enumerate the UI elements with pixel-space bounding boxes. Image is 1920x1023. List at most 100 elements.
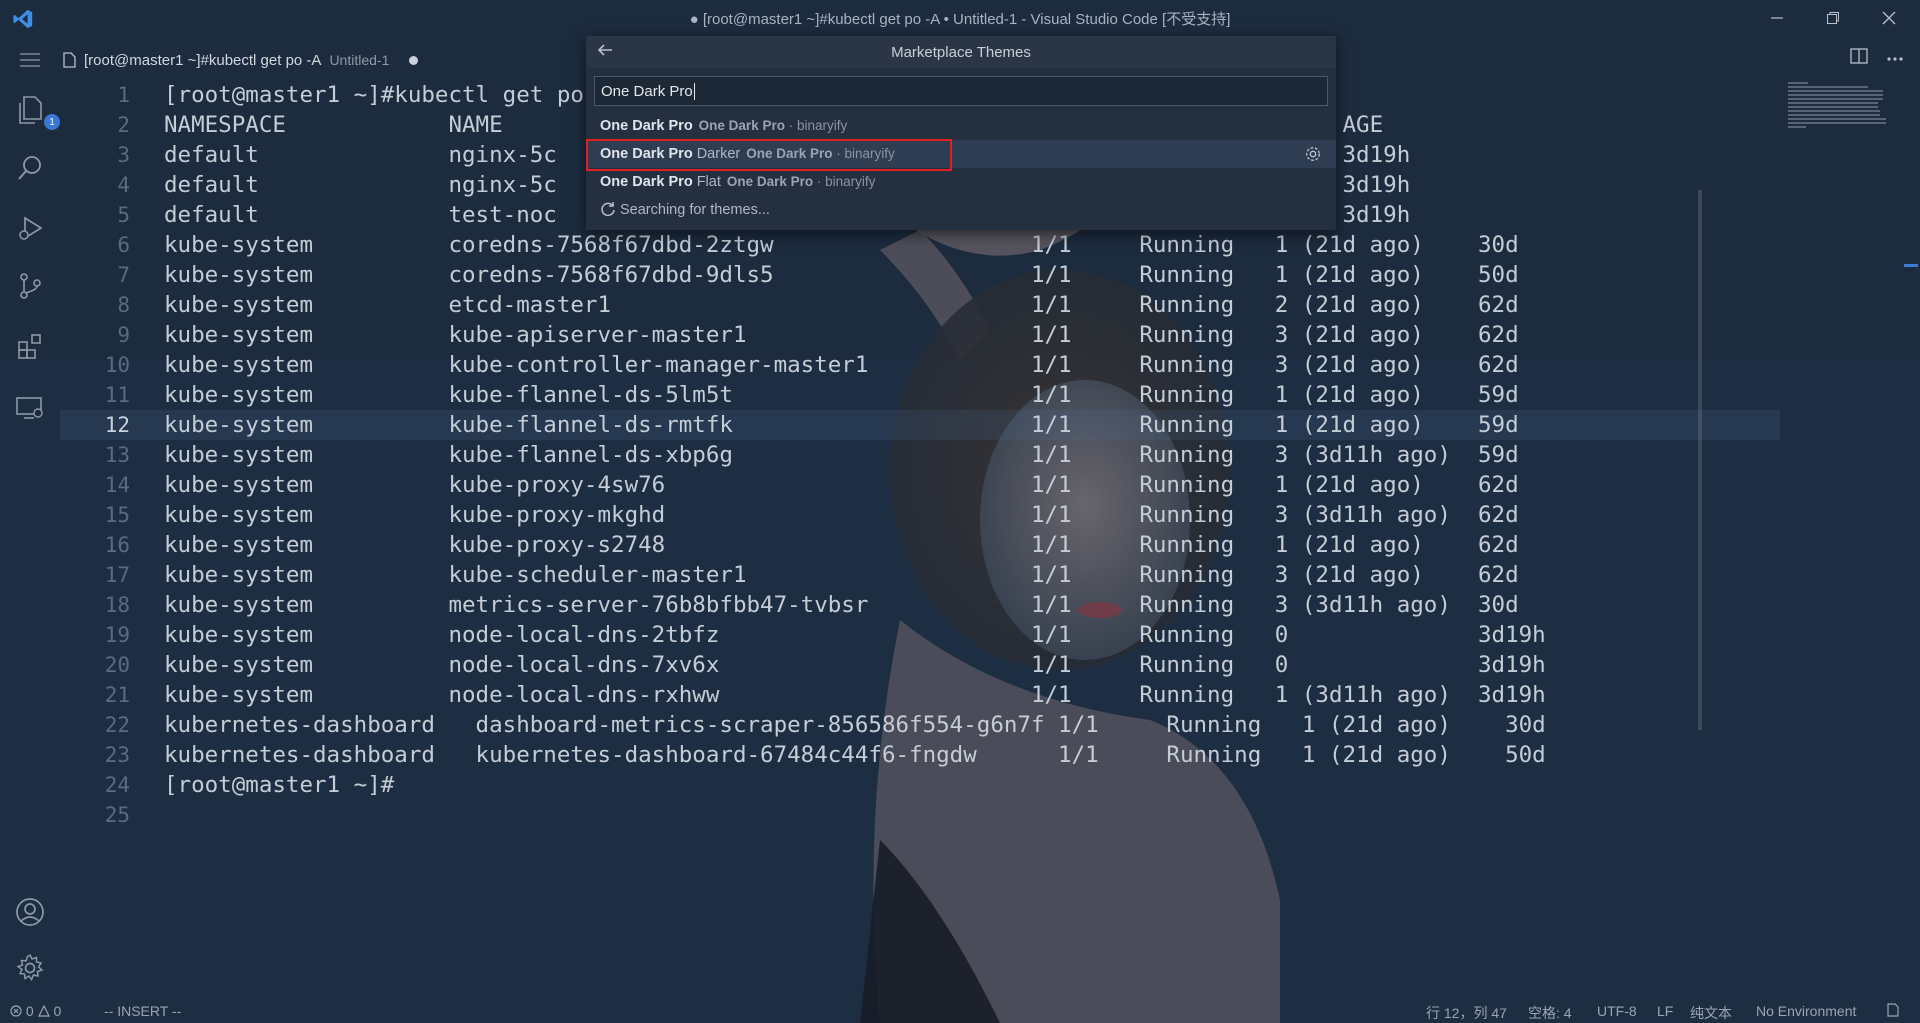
editor-line[interactable]: 19 kube-system node-local-dns-2tbfz 1/1 R… <box>60 620 1780 650</box>
line-number: 10 <box>104 353 130 377</box>
title-bar: ● [root@master1 ~]#kubectl get po -A • U… <box>0 0 1920 36</box>
line-number: 20 <box>104 653 130 677</box>
editor-line[interactable]: 9 kube-system kube-apiserver-master1 1/1 … <box>60 320 1780 350</box>
language-mode[interactable]: 纯文本 <box>1690 1003 1732 1023</box>
line-number: 24 <box>104 773 130 797</box>
file-icon <box>63 52 76 68</box>
explorer-icon[interactable]: 1 <box>14 94 60 130</box>
run-debug-icon[interactable] <box>14 212 46 244</box>
marketplace-themes-quick-pick: Marketplace Themes One Dark Pro One Dark… <box>586 36 1336 230</box>
theme-desc-rest: · binaryify <box>813 174 876 189</box>
editor-tab[interactable]: [root@master1 ~]#kubectl get po -A Untit… <box>62 44 419 76</box>
line-number: 1 <box>117 83 130 107</box>
line-text: kube-system kube-apiserver-master1 1/1 R… <box>164 322 1519 348</box>
search-icon[interactable] <box>14 152 46 184</box>
line-text: kube-system metrics-server-76b8bfbb47-tv… <box>164 592 1519 618</box>
error-count: 0 <box>25 1003 34 1019</box>
theme-desc-bold: One Dark Pro <box>746 146 833 161</box>
line-text: kube-system node-local-dns-2tbfz 1/1 Run… <box>164 622 1546 648</box>
line-number: 21 <box>104 683 130 707</box>
minimize-icon[interactable] <box>1752 0 1802 36</box>
tab-label: [root@master1 ~]#kubectl get po -A <box>84 51 322 69</box>
end-of-line[interactable]: LF <box>1657 1003 1673 1019</box>
theme-search-input[interactable]: One Dark Pro <box>594 76 1328 106</box>
editor-line[interactable]: 22 kubernetes-dashboard dashboard-metrics… <box>60 710 1780 740</box>
back-arrow-icon[interactable] <box>596 42 616 62</box>
editor-line[interactable]: 15 kube-system kube-proxy-mkghd 1/1 Runni… <box>60 500 1780 530</box>
line-text: kubernetes-dashboard dashboard-metrics-s… <box>164 712 1546 738</box>
line-number: 22 <box>104 713 130 737</box>
more-actions-icon[interactable] <box>1886 49 1904 67</box>
quick-pick-header: Marketplace Themes <box>586 36 1336 68</box>
line-number: 13 <box>104 443 130 467</box>
theme-description: One Dark Pro · binaryify <box>699 118 848 133</box>
editor-line[interactable]: 12 kube-system kube-flannel-ds-rmtfk 1/1 … <box>60 410 1780 440</box>
extensions-icon[interactable] <box>14 330 46 362</box>
line-number: 4 <box>117 173 130 197</box>
theme-option-one-dark-pro-flat[interactable]: One Dark Pro Flat One Dark Pro · binaryif… <box>586 168 1336 196</box>
searching-text: Searching for themes... <box>620 202 770 218</box>
tab-sub-label: Untitled-1 <box>329 52 390 68</box>
unsaved-dot-icon[interactable] <box>409 55 419 65</box>
editor-line[interactable]: 24 [root@master1 ~]# <box>60 770 1780 800</box>
encoding[interactable]: UTF-8 <box>1597 1003 1637 1019</box>
scrollbar-marker <box>1904 264 1918 267</box>
line-text: kubernetes-dashboard kubernetes-dashboar… <box>164 742 1546 768</box>
editor-line[interactable]: 16 kube-system kube-proxy-s2748 1/1 Runni… <box>60 530 1780 560</box>
remote-explorer-icon[interactable] <box>14 392 46 424</box>
line-number: 18 <box>104 593 130 617</box>
theme-option-one-dark-pro[interactable]: One Dark Pro One Dark Pro · binaryify <box>586 112 1336 140</box>
source-control-icon[interactable] <box>14 270 46 302</box>
editor-line[interactable]: 25 <box>60 800 1780 830</box>
manage-gear-icon[interactable] <box>1304 145 1322 163</box>
editor-line[interactable]: 18 kube-system metrics-server-76b8bfbb47-… <box>60 590 1780 620</box>
theme-name: One Dark Pro <box>600 118 693 134</box>
line-text: kube-system node-local-dns-7xv6x 1/1 Run… <box>164 652 1546 678</box>
close-window-icon[interactable] <box>1864 0 1914 36</box>
line-text: kube-system coredns-7568f67dbd-2ztgw 1/1… <box>164 232 1519 258</box>
editor-line[interactable]: 23 kubernetes-dashboard kubernetes-dashbo… <box>60 740 1780 770</box>
theme-description: One Dark Pro · binaryify <box>746 146 895 161</box>
line-number: 9 <box>117 323 130 347</box>
line-text: kube-system kube-controller-manager-mast… <box>164 352 1519 378</box>
restore-icon[interactable] <box>1808 0 1858 36</box>
line-number: 6 <box>117 233 130 257</box>
editor-line[interactable]: 10 kube-system kube-controller-manager-ma… <box>60 350 1780 380</box>
theme-desc-bold: One Dark Pro <box>726 174 814 189</box>
line-number: 2 <box>117 113 130 137</box>
line-number: 8 <box>117 293 130 317</box>
minimap[interactable] <box>1788 82 1898 130</box>
line-number: 16 <box>104 533 130 557</box>
editor-line[interactable]: 21 kube-system node-local-dns-rxhww 1/1 R… <box>60 680 1780 710</box>
sync-spinner-icon <box>601 202 615 217</box>
python-environment[interactable]: No Environment <box>1756 1003 1856 1019</box>
indentation[interactable]: 空格: 4 <box>1528 1003 1572 1023</box>
editor-line[interactable]: 20 kube-system node-local-dns-7xv6x 1/1 R… <box>60 650 1780 680</box>
split-editor-icon[interactable] <box>1850 47 1868 69</box>
editor-line[interactable]: 14 kube-system kube-proxy-4sw76 1/1 Runni… <box>60 470 1780 500</box>
problems-indicator[interactable]: 0 0 <box>10 1003 61 1019</box>
line-number: 15 <box>104 503 130 527</box>
editor-line[interactable]: 17 kube-system kube-scheduler-master1 1/1… <box>60 560 1780 590</box>
editor-line[interactable]: 7 kube-system coredns-7568f67dbd-9dls5 1/… <box>60 260 1780 290</box>
vim-mode: -- INSERT -- <box>104 1003 182 1019</box>
editor-line[interactable]: 11 kube-system kube-flannel-ds-5lm5t 1/1 … <box>60 380 1780 410</box>
cursor-position[interactable]: 行 12，列 47 <box>1426 1003 1507 1023</box>
activity-bar: 1 <box>0 36 60 1001</box>
line-number: 17 <box>104 563 130 587</box>
theme-option-one-dark-pro-darker[interactable]: One Dark Pro Darker One Dark Pro · binary… <box>586 139 1336 171</box>
editor-line[interactable]: 6 kube-system coredns-7568f67dbd-2ztgw 1/… <box>60 230 1780 260</box>
line-text: kube-system kube-flannel-ds-5lm5t 1/1 Ru… <box>164 382 1519 408</box>
line-text: kube-system kube-scheduler-master1 1/1 R… <box>164 562 1519 588</box>
editor-line[interactable]: 8 kube-system etcd-master1 1/1 Running 2 … <box>60 290 1780 320</box>
status-bar: 0 0 -- INSERT -- 行 12，列 47 空格: 4 UTF-8 L… <box>0 1001 1920 1023</box>
account-icon[interactable] <box>14 896 46 928</box>
feedback-icon[interactable] <box>1886 1003 1900 1020</box>
line-text: [root@master1 ~]#kubectl get po <box>164 82 584 108</box>
theme-name: One Dark Pro <box>600 146 693 162</box>
theme-desc-rest: · binaryify <box>832 146 895 161</box>
line-text: kube-system kube-proxy-mkghd 1/1 Running… <box>164 502 1519 528</box>
settings-gear-icon[interactable] <box>14 952 46 984</box>
menu-icon[interactable] <box>14 44 46 76</box>
editor-line[interactable]: 13 kube-system kube-flannel-ds-xbp6g 1/1 … <box>60 440 1780 470</box>
